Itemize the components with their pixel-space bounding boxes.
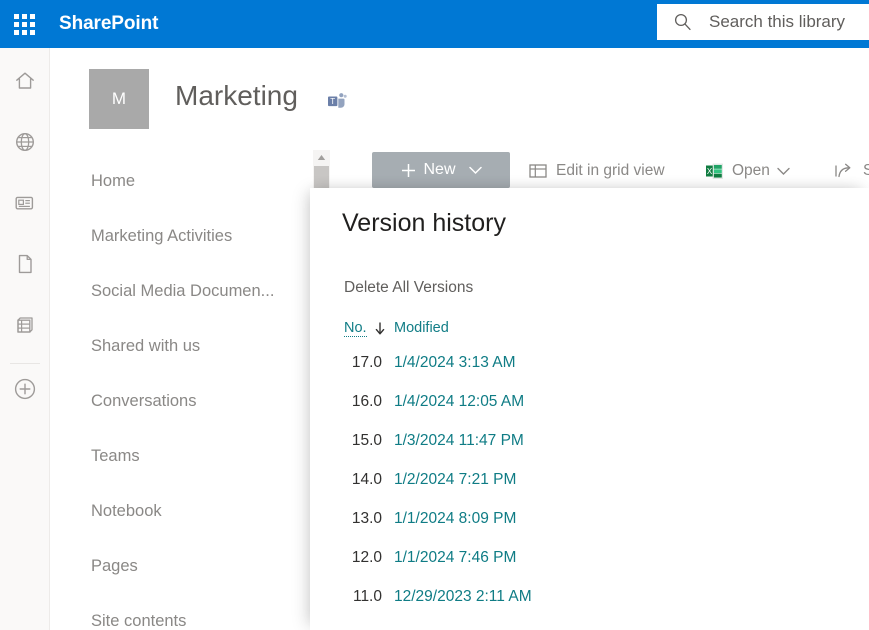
command-bar: New Edit in grid view X Open S: [310, 148, 869, 192]
share-icon: [835, 163, 851, 177]
table-row[interactable]: 11.0 12/29/2023 2:11 AM: [310, 582, 869, 621]
sort-descending-glyph: [375, 322, 385, 335]
excel-icon: X: [706, 163, 723, 179]
document-icon: [18, 254, 32, 274]
waffle-dot: [29, 21, 35, 27]
table-row[interactable]: 15.0 1/3/2024 11:47 PM: [310, 426, 869, 465]
app-launcher-waffle-icon[interactable]: [0, 0, 48, 48]
column-header-no[interactable]: No.: [344, 320, 367, 337]
scrollbar-thumb[interactable]: [314, 166, 329, 188]
svg-text:X: X: [707, 167, 713, 176]
version-number: 12.0: [351, 549, 382, 566]
news-icon: [15, 196, 33, 210]
rail-item-home[interactable]: [0, 58, 49, 104]
waffle-grid: [13, 13, 35, 35]
table-row[interactable]: 12.0 1/1/2024 7:46 PM: [310, 543, 869, 582]
plus-circle-icon: [14, 378, 35, 400]
table-row[interactable]: 14.0 1/2/2024 7:21 PM: [310, 465, 869, 504]
share-button-label: Sh: [863, 162, 869, 179]
nav-item-site-contents[interactable]: Site contents: [91, 612, 186, 630]
column-header-modified[interactable]: Modified: [394, 320, 449, 336]
chevron-down-icon: [777, 167, 790, 175]
search-icon: [674, 13, 691, 31]
delete-all-versions-link[interactable]: Delete All Versions: [344, 279, 473, 297]
waffle-dot: [21, 21, 27, 27]
waffle-dot: [21, 29, 27, 35]
rail-item-files[interactable]: [0, 241, 49, 287]
site-logo-avatar[interactable]: M: [89, 69, 149, 129]
nav-item-notebook[interactable]: Notebook: [91, 502, 162, 521]
edit-in-grid-view-button[interactable]: Edit in grid view: [528, 156, 665, 186]
version-number: 17.0: [351, 354, 382, 371]
grid-view-icon: [529, 164, 547, 178]
waffle-dot: [29, 13, 35, 19]
home-icon: [15, 72, 34, 89]
arrow-up-glyph: [317, 154, 326, 160]
site-header: M Marketing T: [50, 48, 869, 148]
version-modified-link[interactable]: 12/29/2023 2:11 AM: [394, 588, 532, 606]
scroll-up-arrow-icon[interactable]: [313, 150, 330, 164]
nav-item-marketing-activities[interactable]: Marketing Activities: [91, 227, 232, 246]
table-header-row: No. Modified: [310, 320, 869, 348]
svg-text:T: T: [330, 97, 335, 106]
nav-item-shared-with-us[interactable]: Shared with us: [91, 337, 200, 356]
edit-in-grid-view-label: Edit in grid view: [556, 162, 665, 179]
site-title[interactable]: Marketing: [175, 80, 298, 112]
rail-item-create[interactable]: [0, 366, 49, 412]
version-history-panel: Version history Delete All Versions No. …: [310, 188, 869, 630]
share-button[interactable]: Sh: [834, 156, 869, 186]
nav-item-home[interactable]: Home: [91, 172, 135, 191]
version-modified-link[interactable]: 1/1/2024 8:09 PM: [394, 510, 516, 528]
waffle-dot: [13, 13, 19, 19]
version-number: 13.0: [351, 510, 382, 527]
version-modified-link[interactable]: 1/1/2024 7:46 PM: [394, 549, 516, 567]
new-button-label: New: [423, 161, 456, 178]
microsoft-teams-icon[interactable]: T: [324, 88, 350, 114]
waffle-dot: [21, 13, 27, 19]
search-placeholder: Search this library: [709, 12, 846, 31]
sharepoint-library-page: SharePoint Search this library M Marketi…: [0, 0, 869, 630]
nav-item-pages[interactable]: Pages: [91, 557, 138, 576]
rail-item-news[interactable]: [0, 180, 49, 226]
table-row[interactable]: 16.0 1/4/2024 12:05 AM: [310, 387, 869, 426]
version-number: 16.0: [351, 393, 382, 410]
version-modified-link[interactable]: 1/3/2024 11:47 PM: [394, 432, 524, 450]
suite-bar: SharePoint Search this library: [0, 0, 869, 48]
waffle-dot: [13, 29, 19, 35]
version-history-table: No. Modified 17.0 1/4/2024 3:13 AM 16.0 …: [310, 320, 869, 621]
open-button[interactable]: X Open: [705, 156, 790, 186]
version-modified-link[interactable]: 1/4/2024 3:13 AM: [394, 354, 516, 372]
waffle-dot: [29, 29, 35, 35]
version-number: 14.0: [351, 471, 382, 488]
nav-item-teams[interactable]: Teams: [91, 447, 140, 466]
nav-item-conversations[interactable]: Conversations: [91, 392, 196, 411]
version-modified-link[interactable]: 1/4/2024 12:05 AM: [394, 393, 524, 411]
nav-item-social-media-documents[interactable]: Social Media Documen...: [91, 282, 274, 301]
table-row[interactable]: 17.0 1/4/2024 3:13 AM: [310, 348, 869, 387]
left-navigation: Home Marketing Activities Social Media D…: [51, 148, 310, 630]
lists-icon: [16, 317, 33, 333]
rail-item-global-navigation[interactable]: [0, 119, 49, 165]
search-input[interactable]: Search this library: [657, 4, 869, 40]
new-button[interactable]: New: [372, 152, 510, 188]
plus-icon: [402, 163, 416, 177]
sharepoint-brand-link[interactable]: SharePoint: [59, 13, 158, 35]
chevron-down-icon: [468, 166, 482, 174]
teams-glyph: T: [328, 93, 347, 108]
open-button-label: Open: [732, 162, 770, 179]
rail-item-lists[interactable]: [0, 302, 49, 348]
table-row[interactable]: 13.0 1/1/2024 8:09 PM: [310, 504, 869, 543]
app-rail: [0, 48, 50, 630]
rail-divider: [10, 363, 40, 364]
version-modified-link[interactable]: 1/2/2024 7:21 PM: [394, 471, 516, 489]
globe-icon: [15, 132, 34, 152]
arrow-down-icon[interactable]: [374, 321, 386, 341]
version-number: 15.0: [351, 432, 382, 449]
waffle-dot: [13, 21, 19, 27]
panel-title: Version history: [342, 209, 506, 237]
version-number: 11.0: [352, 588, 382, 605]
